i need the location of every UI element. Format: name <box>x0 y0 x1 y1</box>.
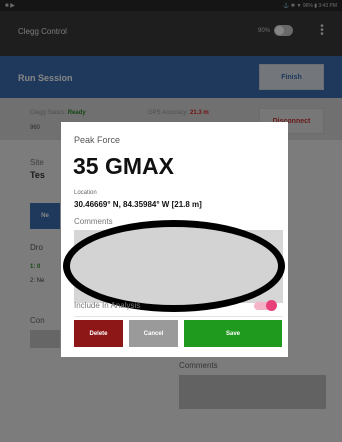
switch-knob <box>266 300 277 311</box>
location-value: 30.46669° N, 84.35984° W [21.8 m] <box>74 200 202 209</box>
include-in-analysis-switch[interactable] <box>254 300 277 311</box>
divider <box>74 316 283 317</box>
delete-button[interactable]: Delete <box>74 320 123 347</box>
redaction-ellipse <box>63 220 285 312</box>
drop-detail-dialog: Peak Force 35 GMAX Location 30.46669° N,… <box>61 122 288 357</box>
comments-label: Comments <box>74 217 113 226</box>
cancel-button[interactable]: Cancel <box>129 320 178 347</box>
peak-force-label: Peak Force <box>74 135 121 145</box>
save-button[interactable]: Save <box>184 320 282 347</box>
include-in-analysis-label: Include In Analysis <box>74 301 141 310</box>
peak-force-value: 35 GMAX <box>73 153 174 179</box>
location-label: Location <box>74 190 97 196</box>
